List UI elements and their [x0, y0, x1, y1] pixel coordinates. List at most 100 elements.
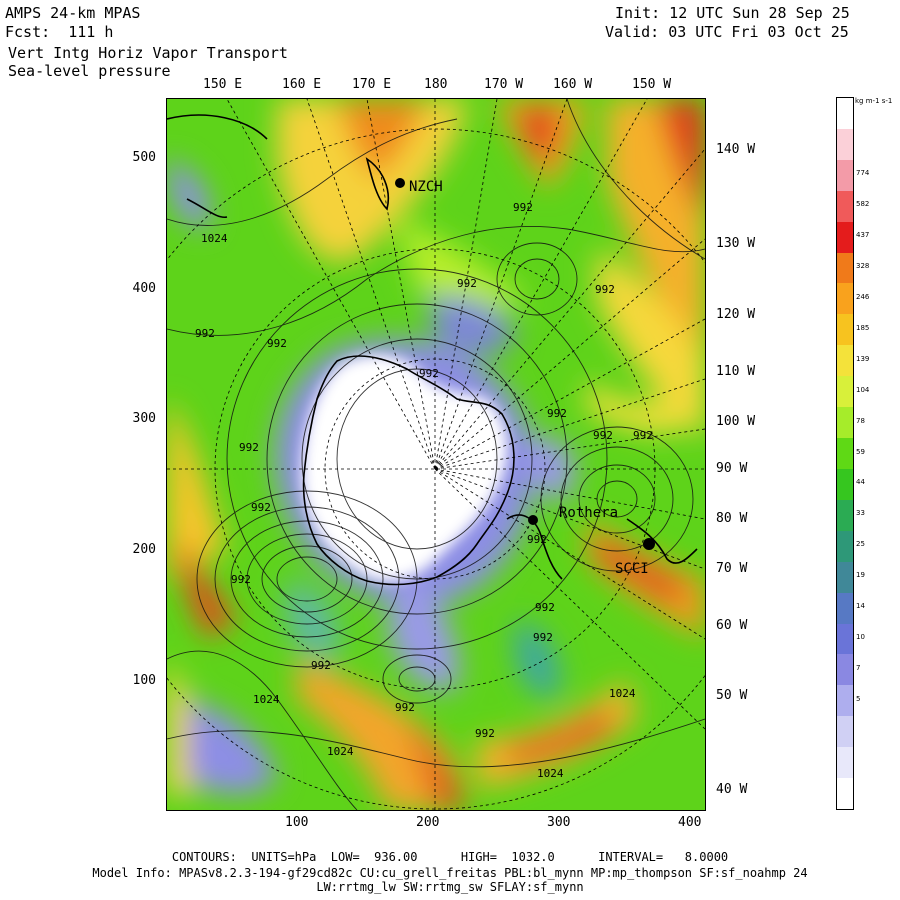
lon-label-top: 160 W [553, 77, 593, 92]
colorbar-segment [837, 283, 853, 315]
contour-label: 992 [457, 277, 477, 290]
contour-label: 1024 [253, 693, 280, 706]
lon-label-right: 80 W [716, 511, 748, 526]
valid-time: Valid: 03 UTC Fri 03 Oct 25 [605, 23, 849, 41]
field-title-1: Vert Intg Horiz Vapor Transport [8, 44, 288, 62]
y-axis-label: 500 [132, 150, 156, 165]
colorbar-segment [837, 221, 853, 254]
y-axis-label: 300 [132, 411, 156, 426]
lon-label-top: 170 E [352, 77, 392, 92]
colorbar-segment [837, 623, 853, 655]
lon-label-right: 50 W [716, 688, 748, 703]
colorbar-segment [837, 252, 853, 284]
colorbar-label: 774 [856, 169, 870, 178]
lon-label-top: 160 E [282, 77, 322, 92]
colorbar-label: 44 [856, 478, 865, 487]
contour-label: 992 [593, 429, 613, 442]
colorbar-segment [837, 468, 853, 501]
colorbar-segment [837, 561, 853, 594]
colorbar-segment [837, 314, 853, 346]
colorbar-segment [837, 438, 853, 470]
contour-label: 992 [251, 501, 271, 514]
field-title-2: Sea-level pressure [8, 62, 171, 80]
contour-label: 992 [395, 701, 415, 714]
colorbar-units: kg m-1 s-1 [855, 97, 893, 105]
colorbar-segment [837, 747, 853, 779]
init-time: Init: 12 UTC Sun 28 Sep 25 [615, 4, 850, 22]
y-axis-label: 400 [132, 281, 156, 296]
colorbar-segment [837, 407, 853, 439]
contour-label: 992 [595, 283, 615, 296]
colorbar-segment [837, 159, 853, 192]
contour-label: 1024 [201, 232, 228, 245]
colorbar-segment [837, 592, 853, 624]
lon-label-right: 70 W [716, 561, 748, 576]
contour-label: 992 [231, 573, 251, 586]
colorbar-label: 104 [856, 385, 870, 394]
lon-label-top: 150 E [203, 77, 243, 92]
colorbar-segment [837, 499, 853, 532]
x-axis-label: 200 [416, 815, 440, 830]
colorbar-label: 246 [856, 292, 870, 301]
colorbar-segment [837, 530, 853, 563]
colorbar-label: 33 [856, 509, 865, 518]
y-axis-label: 200 [132, 542, 156, 557]
station-marker-scci [643, 538, 655, 550]
colorbar-label: 78 [856, 416, 865, 425]
colorbar-label: 25 [856, 540, 865, 549]
x-axis-label: 100 [285, 815, 309, 830]
colorbar-segment [837, 345, 853, 377]
colorbar-segment [837, 778, 853, 810]
colorbar [836, 97, 854, 810]
station-label: Rothera [559, 505, 618, 521]
x-axis-label: 300 [547, 815, 571, 830]
contour-label: 992 [195, 327, 215, 340]
colorbar-label: 5 [856, 694, 861, 703]
colorbar-label: 7 [856, 663, 861, 672]
lon-label-right: 60 W [716, 618, 748, 633]
contour-label: 992 [547, 407, 567, 420]
colorbar-label: 185 [856, 323, 870, 332]
lon-label-right: 110 W [716, 364, 756, 379]
colorbar-segment [837, 190, 853, 223]
contour-label: 992 [267, 337, 287, 350]
contour-label: 992 [533, 631, 553, 644]
colorbar-segment [837, 685, 853, 717]
colorbar-label: 582 [856, 200, 870, 209]
model-info-physics: LW:rrtmg_lw SW:rrtmg_sw SFLAY:sf_mynn [316, 880, 584, 894]
contour-label: 992 [633, 429, 653, 442]
colorbar-label: 139 [856, 354, 870, 363]
contour-label: 992 [513, 201, 533, 214]
lon-label-top: 170 W [484, 77, 524, 92]
lon-label-top: 150 W [632, 77, 672, 92]
contour-label: 1024 [609, 687, 636, 700]
contour-label: 992 [311, 659, 331, 672]
colorbar-label: 19 [856, 571, 865, 580]
colorbar-label: 59 [856, 447, 865, 456]
contour-label: 992 [419, 367, 439, 380]
colorbar-segment [837, 128, 853, 161]
lon-label-right: 140 W [716, 142, 756, 157]
station-label: NZCH [409, 179, 443, 195]
contour-label: 992 [475, 727, 495, 740]
contour-label: 992 [527, 533, 547, 546]
lon-label-right: 120 W [716, 307, 756, 322]
lon-label-right: 90 W [716, 461, 748, 476]
lon-label-right: 100 W [716, 414, 756, 429]
contour-label: 1024 [327, 745, 354, 758]
colorbar-label: 14 [856, 602, 865, 611]
station-marker-nzch [395, 178, 405, 188]
colorbar-label: 437 [856, 231, 870, 240]
colorbar-label: 328 [856, 262, 870, 271]
colorbar-segment [837, 654, 853, 686]
forecast-hour: Fcst: 111 h [5, 23, 114, 41]
contour-label: 992 [239, 441, 259, 454]
model-title: AMPS 24-km MPAS [5, 4, 141, 22]
model-info: Model Info: MPASv8.2.3-194-gf29cd82c CU:… [92, 866, 808, 880]
contour-label: 992 [535, 601, 555, 614]
y-axis-label: 100 [132, 673, 156, 688]
x-axis-label: 400 [678, 815, 702, 830]
contour-info: CONTOURS: UNITS=hPa LOW= 936.00 HIGH= 10… [171, 850, 729, 864]
colorbar-segment [837, 376, 853, 408]
lon-label-right: 40 W [716, 782, 748, 797]
